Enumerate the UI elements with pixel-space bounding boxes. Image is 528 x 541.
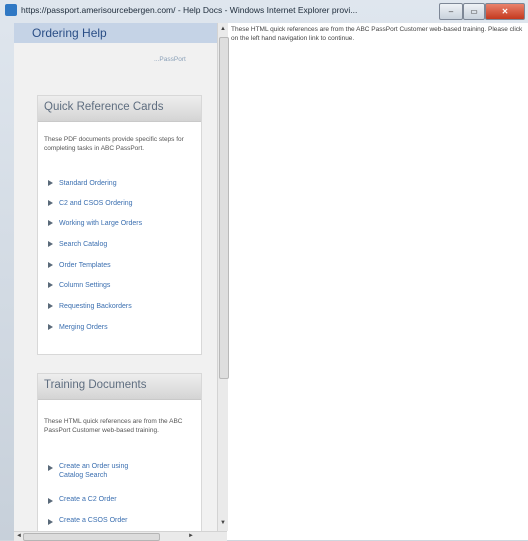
qrc-link-order-templates[interactable]: Order Templates — [48, 262, 111, 269]
browser-window: https://passport.amerisourcebergen.com/ … — [0, 0, 528, 541]
qrc-link-standard-ordering[interactable]: Standard Ordering — [48, 180, 117, 187]
quick-reference-cards-panel: Quick Reference Cards These PDF document… — [37, 95, 202, 355]
link-label: Requesting Backorders — [59, 303, 132, 310]
link-label: Standard Ordering — [59, 180, 117, 187]
qrc-link-large-orders[interactable]: Working with Large Orders — [48, 220, 142, 227]
window-controls: – ▭ ✕ — [439, 3, 525, 20]
left-navigation-pane: Ordering Help ...PassPort Quick Referenc… — [14, 23, 217, 540]
qrc-link-requesting-backorders[interactable]: Requesting Backorders — [48, 303, 132, 310]
arrow-right-icon — [48, 324, 53, 331]
link-label: Create an Order using Catalog Search — [59, 462, 128, 480]
arrow-right-icon — [48, 519, 53, 525]
vertical-scroll-thumb[interactable] — [219, 37, 229, 379]
training-documents-panel: Training Documents These HTML quick refe… — [37, 373, 202, 540]
link-label: Search Catalog — [59, 241, 108, 248]
passport-link[interactable]: ...PassPort — [154, 56, 186, 63]
arrow-right-icon — [48, 262, 53, 269]
link-label: C2 and CSOS Ordering — [59, 200, 133, 207]
link-line-2: Catalog Search — [59, 472, 108, 479]
link-label: Column Settings — [59, 282, 111, 289]
ordering-help-header: Ordering Help — [14, 23, 217, 43]
arrow-right-icon — [48, 180, 53, 187]
qrc-link-search-catalog[interactable]: Search Catalog — [48, 241, 107, 248]
training-header: Training Documents — [38, 374, 201, 400]
arrow-right-icon — [48, 498, 53, 504]
arrow-right-icon — [48, 200, 53, 207]
window-title: https://passport.amerisourcebergen.com/ … — [21, 5, 358, 15]
content-message: These HTML quick references are from the… — [231, 26, 523, 42]
maximize-button[interactable]: ▭ — [463, 3, 485, 20]
page-content: Ordering Help ...PassPort Quick Referenc… — [14, 23, 528, 541]
link-line-1: Create an Order using — [59, 463, 129, 470]
close-button[interactable]: ✕ — [485, 3, 525, 20]
qrc-link-c2-csos-ordering[interactable]: C2 and CSOS Ordering — [48, 200, 133, 207]
training-description: These HTML quick references are from the… — [44, 418, 183, 434]
link-label: Create a C2 Order — [59, 496, 117, 503]
ordering-help-title: Ordering Help — [32, 26, 107, 40]
qrc-description: These PDF documents provide specific ste… — [44, 136, 184, 152]
arrow-right-icon — [48, 303, 53, 310]
arrow-right-icon — [48, 465, 53, 471]
qrc-header: Quick Reference Cards — [38, 96, 201, 122]
left-pane-vertical-scrollbar[interactable]: ▲ ▼ — [217, 23, 229, 531]
qrc-link-column-settings[interactable]: Column Settings — [48, 282, 110, 289]
scroll-down-arrow-icon[interactable]: ▼ — [218, 517, 228, 529]
minimize-button[interactable]: – — [439, 3, 463, 20]
training-title: Training Documents — [44, 379, 147, 391]
ie-icon — [5, 4, 17, 16]
arrow-right-icon — [48, 282, 53, 289]
scroll-up-arrow-icon[interactable]: ▲ — [218, 23, 228, 35]
link-label: Working with Large Orders — [59, 220, 143, 227]
qrc-title: Quick Reference Cards — [44, 101, 164, 113]
title-bar: https://passport.amerisourcebergen.com/ … — [0, 0, 528, 22]
arrow-right-icon — [48, 241, 53, 248]
link-label: Merging Orders — [59, 324, 108, 331]
qrc-link-merging-orders[interactable]: Merging Orders — [48, 324, 108, 331]
arrow-right-icon — [48, 220, 53, 227]
link-label: Order Templates — [59, 262, 111, 269]
link-label: Create a CSOS Order — [59, 517, 128, 524]
